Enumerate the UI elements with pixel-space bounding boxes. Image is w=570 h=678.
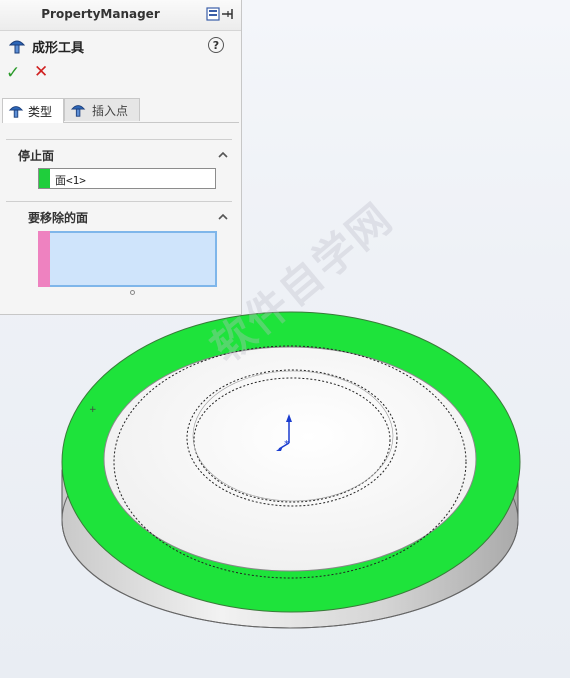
svg-text:*: * bbox=[284, 439, 289, 450]
ok-button[interactable]: ✓ bbox=[6, 63, 20, 83]
feature-header: 成形工具 bbox=[8, 36, 84, 56]
feature-name: 成形工具 bbox=[32, 40, 85, 56]
collapse-stop-face-icon[interactable] bbox=[217, 149, 229, 161]
property-manager-titlebar: PropertyManager bbox=[0, 0, 241, 31]
tab-bar: 类型 插入点 bbox=[2, 98, 239, 123]
list-resize-handle[interactable] bbox=[130, 290, 135, 295]
stop-face-value: 面<1> bbox=[55, 174, 86, 187]
cancel-button[interactable]: ✕ bbox=[34, 62, 48, 82]
stop-face-title[interactable]: 停止面 bbox=[18, 147, 54, 164]
tab-insertion-point-label: 插入点 bbox=[92, 103, 129, 118]
tab-type-label: 类型 bbox=[28, 104, 53, 119]
property-manager-panel: PropertyManager 成形工具 ? ✓ ✕ 类型 插入点 停止面 面<… bbox=[0, 0, 242, 315]
help-button[interactable]: ? bbox=[208, 37, 224, 53]
tab-insertion-point[interactable]: 插入点 bbox=[64, 98, 140, 121]
forming-tool-icon bbox=[70, 105, 86, 117]
property-manager-title: PropertyManager bbox=[41, 7, 160, 21]
divider bbox=[6, 201, 232, 202]
faces-to-remove-title[interactable]: 要移除的面 bbox=[28, 209, 88, 226]
divider bbox=[6, 139, 232, 140]
stop-face-color-swatch bbox=[39, 169, 50, 188]
pin-icon[interactable] bbox=[206, 6, 236, 22]
faces-to-remove-color-swatch bbox=[38, 231, 50, 287]
faces-to-remove-selection-box[interactable] bbox=[38, 231, 217, 287]
collapse-faces-to-remove-icon[interactable] bbox=[217, 211, 229, 223]
tab-type[interactable]: 类型 bbox=[2, 98, 64, 123]
stop-face-selection-box[interactable]: 面<1> bbox=[38, 168, 216, 189]
forming-tool-icon bbox=[8, 40, 26, 54]
inner-face bbox=[103, 346, 477, 572]
forming-tool-icon bbox=[8, 106, 24, 118]
origin-point-marker: + bbox=[89, 405, 97, 415]
